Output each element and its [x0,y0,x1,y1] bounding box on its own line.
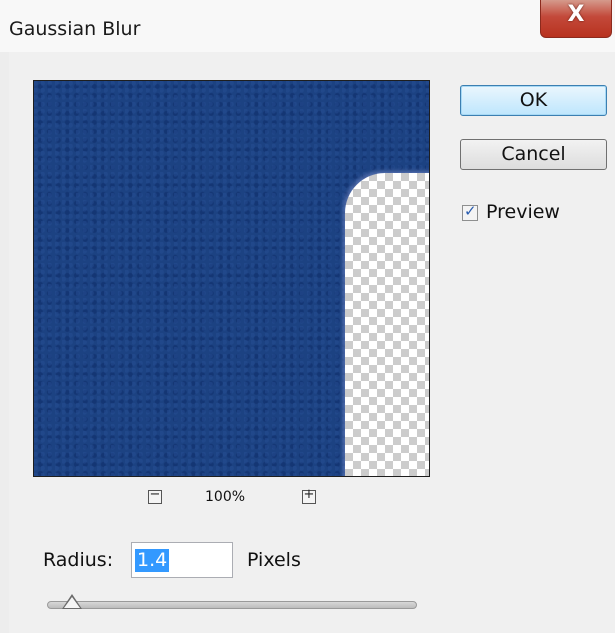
zoom-out-icon: − [149,487,161,502]
close-button[interactable]: X [540,0,612,38]
gaussian-blur-dialog: Gaussian Blur X − 100% + OK Cancel ✓ Pre… [0,0,615,633]
radius-value[interactable]: 1.4 [135,549,170,572]
zoom-level: 100% [205,489,246,505]
zoom-out-button[interactable]: − [148,487,162,504]
preview-checkbox-label[interactable]: Preview [486,201,560,223]
ok-button[interactable]: OK [460,85,607,116]
radius-input[interactable]: 1.4 [131,542,233,578]
title-bar[interactable]: Gaussian Blur X [0,0,615,52]
transparency-checkerboard [345,173,429,476]
zoom-in-button[interactable]: + [302,487,316,504]
cancel-button[interactable]: Cancel [460,139,607,170]
radius-slider-thumb[interactable] [62,594,82,609]
radius-units-label: Pixels [247,549,301,571]
checkmark-icon: ✓ [464,202,477,220]
radius-slider-track[interactable] [47,601,417,609]
preview-checkbox[interactable]: ✓ [462,202,478,221]
window-title: Gaussian Blur [9,18,141,40]
preview-canvas[interactable] [33,80,430,477]
close-icon: X [567,2,585,27]
radius-label: Radius: [43,549,114,571]
zoom-in-icon: + [303,487,315,502]
window-frame-left [0,52,9,633]
